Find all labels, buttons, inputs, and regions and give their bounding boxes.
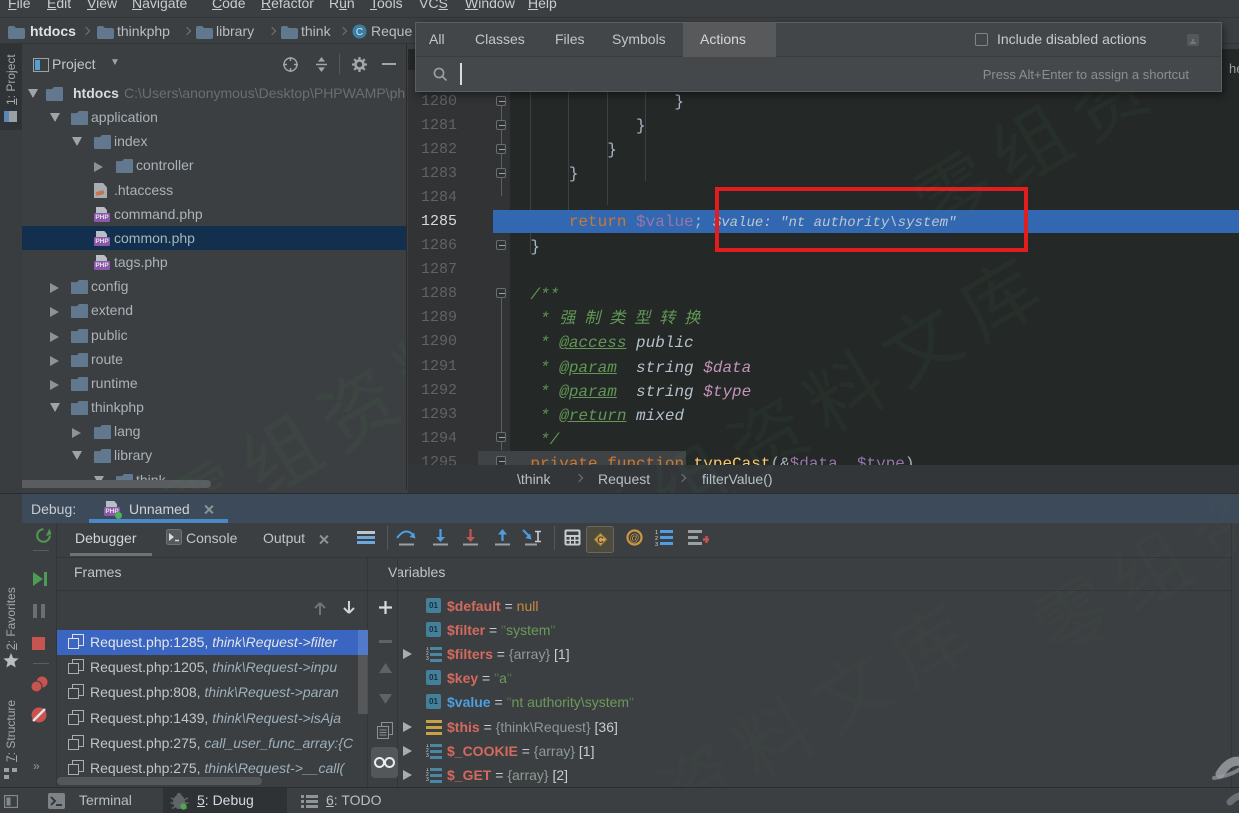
svg-text:3: 3 <box>655 542 658 546</box>
svg-text:C: C <box>597 535 604 545</box>
svg-text:C: C <box>356 27 363 38</box>
svg-text:@: @ <box>629 533 639 544</box>
